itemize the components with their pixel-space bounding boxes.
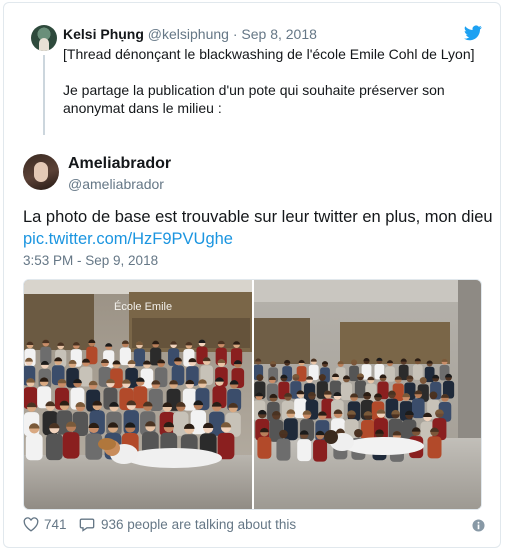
main-avatar[interactable] xyxy=(23,154,59,190)
crowd-person-body xyxy=(427,436,442,459)
wall-sign-text: École Emile xyxy=(114,300,172,313)
parent-header: Kelsi Phụng @kelsiphung · Sep 8, 2018 xyxy=(63,25,317,43)
crowd-person-body xyxy=(349,365,359,382)
media-grid[interactable]: École Emile xyxy=(23,279,482,510)
parent-tweet[interactable]: Kelsi Phụng @kelsiphung · Sep 8, 2018 [T… xyxy=(4,3,500,143)
media-link[interactable]: pic.twitter.com/HzF9PVUghe xyxy=(23,228,493,250)
talking-count: 936 people are talking about this xyxy=(101,517,297,532)
crowd-person-body xyxy=(62,432,80,459)
parent-text-line2: Je partage la publication d'un pote qui … xyxy=(63,82,445,116)
main-handle[interactable]: @ameliabrador xyxy=(68,175,164,193)
photo-edited[interactable] xyxy=(254,280,481,509)
crowd-person-body xyxy=(276,438,291,461)
parent-date[interactable]: Sep 8, 2018 xyxy=(241,26,317,42)
speech-bubble-icon[interactable] xyxy=(79,517,95,532)
crowd-person-body xyxy=(297,439,312,462)
parent-tweet-text: [Thread dénonçant le blackwashing de l'é… xyxy=(63,45,483,135)
like-action[interactable]: 741 xyxy=(23,517,67,532)
tweet-body: La photo de base est trouvable sur leur … xyxy=(23,208,493,226)
heart-icon[interactable] xyxy=(23,517,39,532)
parent-separator: · xyxy=(232,26,238,42)
photo-original[interactable]: École Emile xyxy=(24,280,252,509)
twitter-bird-icon[interactable] xyxy=(464,25,482,41)
like-count: 741 xyxy=(44,517,67,532)
info-icon[interactable] xyxy=(472,519,485,532)
crowd-person-body xyxy=(412,364,423,380)
crowd-person-body xyxy=(411,398,425,419)
crowd-person-body xyxy=(313,439,328,462)
crowd-person-body xyxy=(25,433,43,461)
parent-text-line1: [Thread dénonçant le blackwashing de l'é… xyxy=(63,46,475,62)
main-display-name[interactable]: Ameliabrador xyxy=(68,154,171,174)
tweet-actions: 741 936 people are talking about this xyxy=(23,517,485,537)
parent-display-name[interactable]: Kelsi Phụng xyxy=(63,26,144,42)
thread-line xyxy=(43,55,45,135)
conversation-action[interactable]: 936 people are talking about this xyxy=(79,517,296,532)
main-tweet-text: La photo de base est trouvable sur leur … xyxy=(23,206,493,250)
parent-avatar[interactable] xyxy=(31,25,57,51)
crowd-person-body xyxy=(209,411,225,436)
parent-handle[interactable]: @kelsiphung xyxy=(148,26,229,42)
tweet-embed-card: Kelsi Phụng @kelsiphung · Sep 8, 2018 [T… xyxy=(3,2,501,548)
crowd-person-body xyxy=(45,433,63,461)
crowd-person-body xyxy=(385,366,395,382)
tweet-timestamp[interactable]: 3:53 PM - Sep 9, 2018 xyxy=(23,252,158,270)
crowd-person-body xyxy=(257,436,272,459)
